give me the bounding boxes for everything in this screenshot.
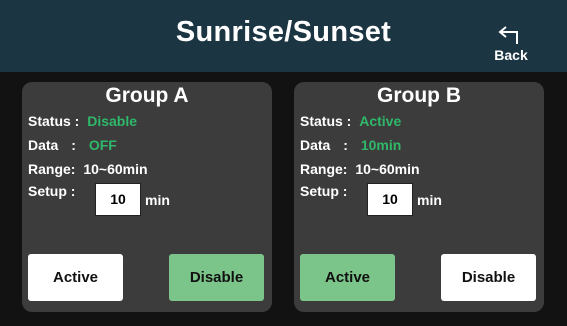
data-label: Data [28, 137, 59, 153]
group-b-range-row: Range: 10~60min [300, 161, 420, 177]
status-value: Disable [87, 113, 138, 129]
group-a-status-row: Status : Disable [28, 113, 137, 129]
group-b-setup-label: Setup : [300, 183, 348, 199]
header-bar: Sunrise/Sunset Back [0, 0, 567, 72]
data-colon: : [343, 137, 348, 153]
range-label: Range: [300, 161, 348, 177]
return-arrow-icon [498, 26, 518, 44]
group-b-status-row: Status : Active [300, 113, 401, 129]
status-value: Active [359, 113, 402, 129]
back-button[interactable]: Back [489, 24, 533, 64]
back-label: Back [494, 47, 528, 63]
group-a-setup-label: Setup : [28, 183, 76, 199]
group-a-disable-button[interactable]: Disable [169, 254, 264, 301]
group-b-title: Group B [377, 84, 461, 107]
group-b-active-button[interactable]: Active [300, 254, 395, 301]
page-title: Sunrise/Sunset [175, 16, 392, 48]
status-label: Status : [300, 113, 352, 129]
range-value: 10~60min [355, 161, 420, 177]
group-a-active-button[interactable]: Active [28, 254, 123, 301]
group-a-panel: Group A Status : Disable Data : OFF Rang… [22, 82, 272, 312]
range-label: Range: [28, 161, 76, 177]
status-label: Status : [28, 113, 80, 129]
group-a-setup-unit: min [145, 192, 170, 208]
group-a-setup-input[interactable]: 10 [95, 183, 141, 216]
group-b-disable-button[interactable]: Disable [441, 254, 536, 301]
data-value: 10min [360, 137, 402, 153]
data-value: OFF [88, 137, 117, 153]
data-label: Data [300, 137, 331, 153]
group-b-data-row: Data : 10min [300, 137, 401, 153]
group-b-setup-input[interactable]: 10 [367, 183, 413, 216]
data-colon: : [71, 137, 76, 153]
group-a-data-row: Data : OFF [28, 137, 117, 153]
group-b-panel: Group B Status : Active Data : 10min Ran… [294, 82, 544, 312]
group-a-range-row: Range: 10~60min [28, 161, 148, 177]
group-a-title: Group A [105, 84, 189, 107]
range-value: 10~60min [83, 161, 148, 177]
group-b-setup-unit: min [417, 192, 442, 208]
